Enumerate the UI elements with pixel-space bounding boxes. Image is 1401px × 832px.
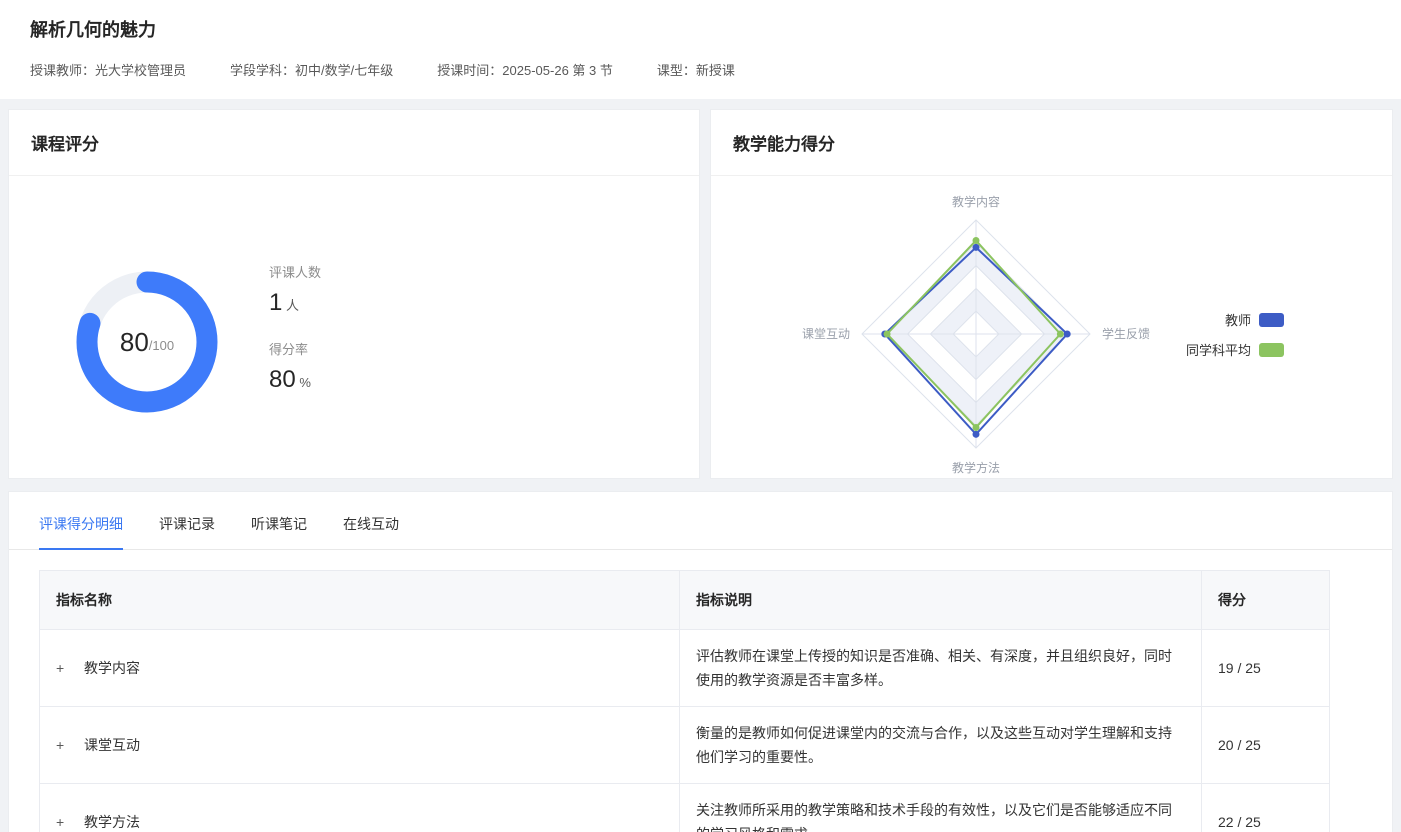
svg-text:教学方法: 教学方法 (952, 460, 1000, 475)
teaching-ability-card: 教学能力得分 教学内容学生反馈教学方法 课堂互动 教师同学科平均 (710, 109, 1393, 479)
column-header: 指标说明 (680, 571, 1202, 630)
page-title: 解析几何的魅力 (30, 16, 1371, 42)
indicator-desc: 衡量的是教师如何促进课堂内的交流与合作，以及这些互动对学生理解和支持他们学习的重… (680, 707, 1202, 784)
expand-row-icon[interactable]: + (56, 737, 72, 753)
course-meta-item: 课型：新授课 (657, 60, 735, 79)
stat-label: 评课人数 (269, 262, 321, 281)
table-row: + 教学方法 关注教师所采用的教学策略和技术手段的有效性，以及它们是否能够适应不同的… (40, 784, 1330, 832)
table-row: + 课堂互动 衡量的是教师如何促进课堂内的交流与合作，以及这些互动对学生理解和支持他… (40, 707, 1330, 784)
tab-听课笔记[interactable]: 听课笔记 (251, 514, 307, 550)
tab-评课记录[interactable]: 评课记录 (159, 514, 215, 550)
score-card-title: 课程评分 (9, 110, 699, 176)
donut-value: 80 (120, 327, 149, 358)
indicator-name: 课堂互动 (84, 737, 140, 753)
page-header: 解析几何的魅力 授课教师：光大学校管理员 学段学科：初中/数学/七年级 授课时间：2… (0, 0, 1401, 99)
tab-评课得分明细[interactable]: 评课得分明细 (39, 514, 123, 550)
radar-legend: 教师同学科平均 (1186, 310, 1284, 370)
radar-card-title: 教学能力得分 (711, 110, 1392, 176)
stat-number: 1 (269, 289, 282, 316)
detail-card: 评课得分明细评课记录听课笔记在线互动 指标名称指标说明得分 + 教学内容 评估教师在… (8, 491, 1393, 832)
table-head-row: 指标名称指标说明得分 (40, 571, 1330, 630)
score-card-body: 80/100 评课人数 1 人得分率 80 % (9, 176, 699, 422)
indicator-table: 指标名称指标说明得分 + 教学内容 评估教师在课堂上传授的知识是否准确、相关、有深度… (39, 570, 1330, 832)
indicator-desc: 评估教师在课堂上传授的知识是否准确、相关、有深度，并且组织良好，同时使用的教学资… (680, 630, 1202, 707)
tab-在线互动[interactable]: 在线互动 (343, 514, 399, 550)
indicator-name-cell: + 课堂互动 (40, 707, 680, 784)
meta-label: 学段学科： (230, 63, 295, 78)
legend-swatch (1259, 343, 1284, 357)
radar-card-body: 教学内容学生反馈教学方法 课堂互动 教师同学科平均 (711, 182, 1392, 488)
course-meta-item: 授课教师：光大学校管理员 (30, 60, 186, 79)
stat-label: 得分率 (269, 339, 321, 358)
radar-chart: 教学内容学生反馈教学方法 课堂互动 (756, 182, 1196, 488)
course-meta: 授课教师：光大学校管理员 学段学科：初中/数学/七年级 授课时间：2025-05-2… (30, 60, 1371, 79)
indicator-score: 20 / 25 (1202, 707, 1330, 784)
meta-label: 课型： (657, 63, 696, 78)
meta-value: 新授课 (696, 63, 735, 78)
stat-value: 80 % (269, 366, 321, 394)
stat-unit: % (296, 375, 311, 390)
stat-value: 1 人 (269, 289, 321, 317)
expand-row-icon[interactable]: + (56, 660, 72, 676)
stat-number: 80 (269, 366, 296, 393)
legend-label: 教师 (1225, 310, 1251, 329)
indicator-score: 22 / 25 (1202, 784, 1330, 832)
legend-swatch (1259, 313, 1284, 327)
course-score-card: 课程评分 80/100 评课人数 1 人得分率 80 % (8, 109, 700, 479)
table-row: + 教学内容 评估教师在课堂上传授的知识是否准确、相关、有深度，并且组织良好，同时使… (40, 630, 1330, 707)
stat-unit: 人 (282, 298, 299, 313)
indicator-score: 19 / 25 (1202, 630, 1330, 707)
expand-row-icon[interactable]: + (56, 814, 72, 830)
table-body: + 教学内容 评估教师在课堂上传授的知识是否准确、相关、有深度，并且组织良好，同时使… (40, 630, 1330, 832)
score-stat: 得分率 80 % (269, 339, 321, 394)
summary-cards: 课程评分 80/100 评课人数 1 人得分率 80 % 教学能力得分 教学内容学生… (8, 109, 1393, 479)
donut-center-text: 80/100 (67, 262, 227, 422)
legend-item[interactable]: 同学科平均 (1186, 340, 1284, 359)
column-header: 指标名称 (40, 571, 680, 630)
meta-value: 2025-05-26 第 3 节 (502, 63, 613, 78)
course-meta-item: 授课时间：2025-05-26 第 3 节 (437, 60, 613, 79)
score-stat: 评课人数 1 人 (269, 262, 321, 317)
legend-item[interactable]: 教师 (1186, 310, 1284, 329)
svg-text:教学内容: 教学内容 (952, 194, 1000, 209)
legend-label: 同学科平均 (1186, 340, 1251, 359)
meta-value: 初中/数学/七年级 (295, 63, 393, 78)
donut-max: /100 (149, 338, 174, 353)
indicator-desc: 关注教师所采用的教学策略和技术手段的有效性，以及它们是否能够适应不同的学习风格和… (680, 784, 1202, 832)
meta-value: 光大学校管理员 (95, 63, 186, 78)
tabs: 评课得分明细评课记录听课笔记在线互动 (9, 492, 1392, 550)
course-meta-item: 学段学科：初中/数学/七年级 (230, 60, 393, 79)
meta-label: 授课时间： (437, 63, 502, 78)
score-stats: 评课人数 1 人得分率 80 % (269, 262, 321, 422)
svg-text:学生反馈: 学生反馈 (1102, 326, 1150, 341)
svg-text:课堂互动: 课堂互动 (802, 327, 850, 341)
column-header: 得分 (1202, 571, 1330, 630)
indicator-name-cell: + 教学内容 (40, 630, 680, 707)
score-donut-chart: 80/100 (67, 262, 227, 422)
indicator-name-cell: + 教学方法 (40, 784, 680, 832)
meta-label: 授课教师： (30, 63, 95, 78)
indicator-name: 教学方法 (84, 814, 140, 830)
indicator-name: 教学内容 (84, 660, 140, 676)
